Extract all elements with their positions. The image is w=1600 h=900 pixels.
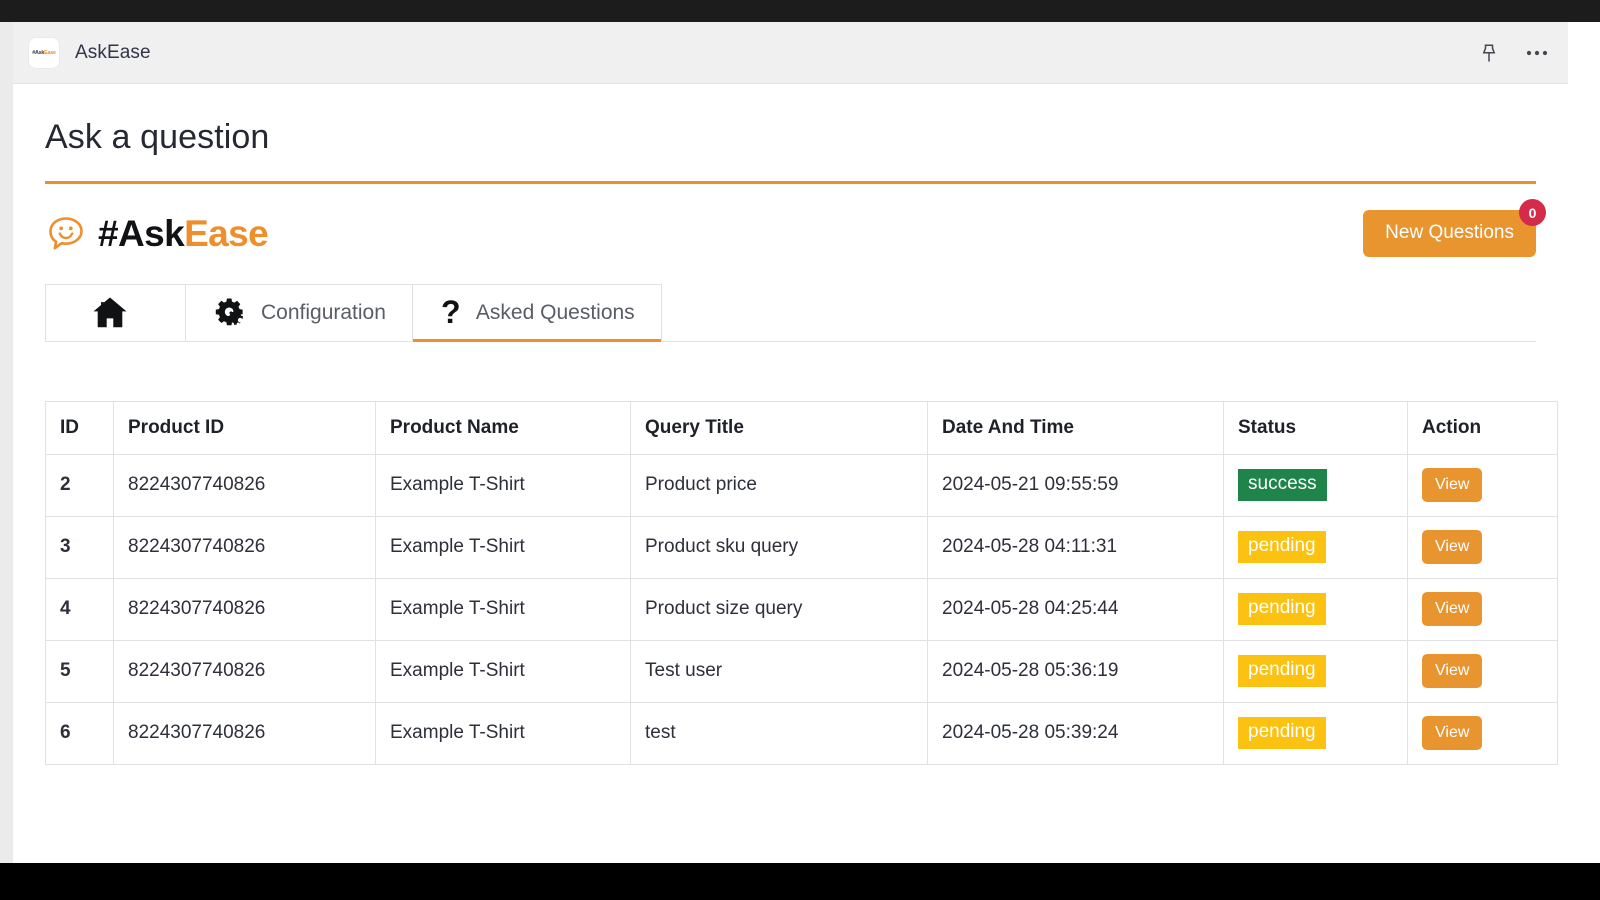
status-badge: pending xyxy=(1238,655,1326,687)
table-head: ID Product ID Product Name Query Title D… xyxy=(45,400,1558,455)
cell-date-time: 2024-05-21 09:55:59 xyxy=(927,453,1224,517)
view-button[interactable]: View xyxy=(1422,591,1483,627)
window-left-gutter xyxy=(0,22,13,863)
cell-action: View xyxy=(1407,515,1558,579)
questions-table-wrap: ID Product ID Product Name Query Title D… xyxy=(45,400,1558,765)
app-logo-hash: #Ask xyxy=(32,49,45,56)
cell-query-title: test xyxy=(630,701,928,765)
cell-status: pending xyxy=(1223,701,1408,765)
cell-query-title: Test user xyxy=(630,639,928,703)
cell-status: pending xyxy=(1223,639,1408,703)
cell-date-time: 2024-05-28 05:39:24 xyxy=(927,701,1224,765)
cell-id: 5 xyxy=(45,639,114,703)
tab-home[interactable] xyxy=(45,283,186,341)
table-row: 5 8224307740826 Example T-Shirt Test user 20… xyxy=(45,639,1558,703)
page-title: Ask a question xyxy=(45,118,270,156)
column-header-product-id: Product ID xyxy=(113,400,376,455)
askease-app-window: #AskEase AskEase Ask a question #AskEase… xyxy=(13,22,1568,863)
status-badge: pending xyxy=(1238,593,1326,625)
cell-product-name: Example T-Shirt xyxy=(375,515,631,579)
cell-action: View xyxy=(1407,577,1558,641)
column-header-status: Status xyxy=(1223,400,1408,455)
table-body: 2 8224307740826 Example T-Shirt Product pri… xyxy=(45,453,1558,765)
status-badge: pending xyxy=(1238,717,1326,749)
cell-query-title: Product sku query xyxy=(630,515,928,579)
brand-text-dark: #Ask xyxy=(98,213,185,254)
cell-action: View xyxy=(1407,453,1558,517)
cell-id: 2 xyxy=(45,453,114,517)
cell-id: 6 xyxy=(45,701,114,765)
tab-asked-questions-label: Asked Questions xyxy=(475,300,635,324)
app-titlebar: #AskEase AskEase xyxy=(13,22,1568,84)
app-logo-icon: #AskEase xyxy=(29,37,59,68)
view-button[interactable]: View xyxy=(1422,529,1483,565)
screen: #AskEase AskEase Ask a question #AskEase… xyxy=(0,0,1600,900)
cell-id: 3 xyxy=(45,515,114,579)
brand-wordmark: #AskEase xyxy=(98,213,269,254)
cell-product-id: 8224307740826 xyxy=(113,639,376,703)
cell-product-name: Example T-Shirt xyxy=(375,453,631,517)
cell-status: pending xyxy=(1223,515,1408,579)
gears-icon xyxy=(212,297,250,329)
svg-text:?: ? xyxy=(441,296,461,330)
cell-product-name: Example T-Shirt xyxy=(375,701,631,765)
cell-product-id: 8224307740826 xyxy=(113,453,376,517)
smiley-speech-bubble-icon xyxy=(49,216,83,249)
cell-product-name: Example T-Shirt xyxy=(375,577,631,641)
page-body: Ask a question #AskEase New Questions 0 xyxy=(13,84,1568,863)
cell-action: View xyxy=(1407,701,1558,765)
tab-configuration-label: Configuration xyxy=(261,300,386,324)
table-row: 6 8224307740826 Example T-Shirt test 2024-05… xyxy=(45,701,1558,765)
column-header-action: Action xyxy=(1407,400,1558,455)
table-row: 2 8224307740826 Example T-Shirt Product pri… xyxy=(45,453,1558,517)
cell-product-id: 8224307740826 xyxy=(113,515,376,579)
table-row: 4 8224307740826 Example T-Shirt Product siz… xyxy=(45,577,1558,641)
tab-bar: Configuration ? Asked Questions xyxy=(45,283,1536,342)
brand-row: #AskEase New Questions 0 xyxy=(45,199,1546,262)
questions-table: ID Product ID Product Name Query Title D… xyxy=(45,400,1558,765)
tab-configuration[interactable]: Configuration xyxy=(185,283,413,341)
brand-text-orange: Ease xyxy=(184,213,269,254)
new-questions-wrap: New Questions 0 xyxy=(1363,199,1546,257)
title-divider xyxy=(45,180,1536,184)
view-button[interactable]: View xyxy=(1422,715,1483,751)
titlebar-actions xyxy=(1476,40,1550,66)
table-row: 3 8224307740826 Example T-Shirt Product sku… xyxy=(45,515,1558,579)
status-badge: pending xyxy=(1238,531,1326,563)
column-header-id: ID xyxy=(45,400,114,455)
home-icon xyxy=(92,296,128,329)
app-logo-name: Ease xyxy=(44,49,56,56)
desktop-top-bar xyxy=(0,0,1600,22)
app-name-label: AskEase xyxy=(75,41,151,63)
cell-product-name: Example T-Shirt xyxy=(375,639,631,703)
column-header-query-title: Query Title xyxy=(630,400,928,455)
cell-query-title: Product size query xyxy=(630,577,928,641)
new-questions-badge: 0 xyxy=(1519,199,1546,227)
more-options-icon[interactable] xyxy=(1524,40,1550,66)
view-button[interactable]: View xyxy=(1422,467,1483,503)
pin-icon[interactable] xyxy=(1476,40,1502,66)
view-button[interactable]: View xyxy=(1422,653,1483,689)
cell-action: View xyxy=(1407,639,1558,703)
cell-status: pending xyxy=(1223,577,1408,641)
cell-id: 4 xyxy=(45,577,114,641)
question-mark-icon: ? xyxy=(439,296,465,330)
cell-date-time: 2024-05-28 05:36:19 xyxy=(927,639,1224,703)
window-right-gutter xyxy=(1568,22,1600,863)
cell-product-id: 8224307740826 xyxy=(113,701,376,765)
table-header-row: ID Product ID Product Name Query Title D… xyxy=(45,400,1558,455)
cell-status: success xyxy=(1223,453,1408,517)
column-header-date-time: Date And Time xyxy=(927,400,1224,455)
status-badge: success xyxy=(1238,469,1327,501)
cell-date-time: 2024-05-28 04:11:31 xyxy=(927,515,1224,579)
tab-asked-questions[interactable]: ? Asked Questions xyxy=(411,283,662,342)
brand-logo: #AskEase xyxy=(45,213,269,255)
new-questions-button[interactable]: New Questions xyxy=(1363,210,1536,257)
cell-product-id: 8224307740826 xyxy=(113,577,376,641)
app-logo-wordmark: #AskEase xyxy=(32,49,56,56)
desktop-bottom-bar xyxy=(0,863,1600,900)
cell-query-title: Product price xyxy=(630,453,928,517)
column-header-product-name: Product Name xyxy=(375,400,631,455)
cell-date-time: 2024-05-28 04:25:44 xyxy=(927,577,1224,641)
